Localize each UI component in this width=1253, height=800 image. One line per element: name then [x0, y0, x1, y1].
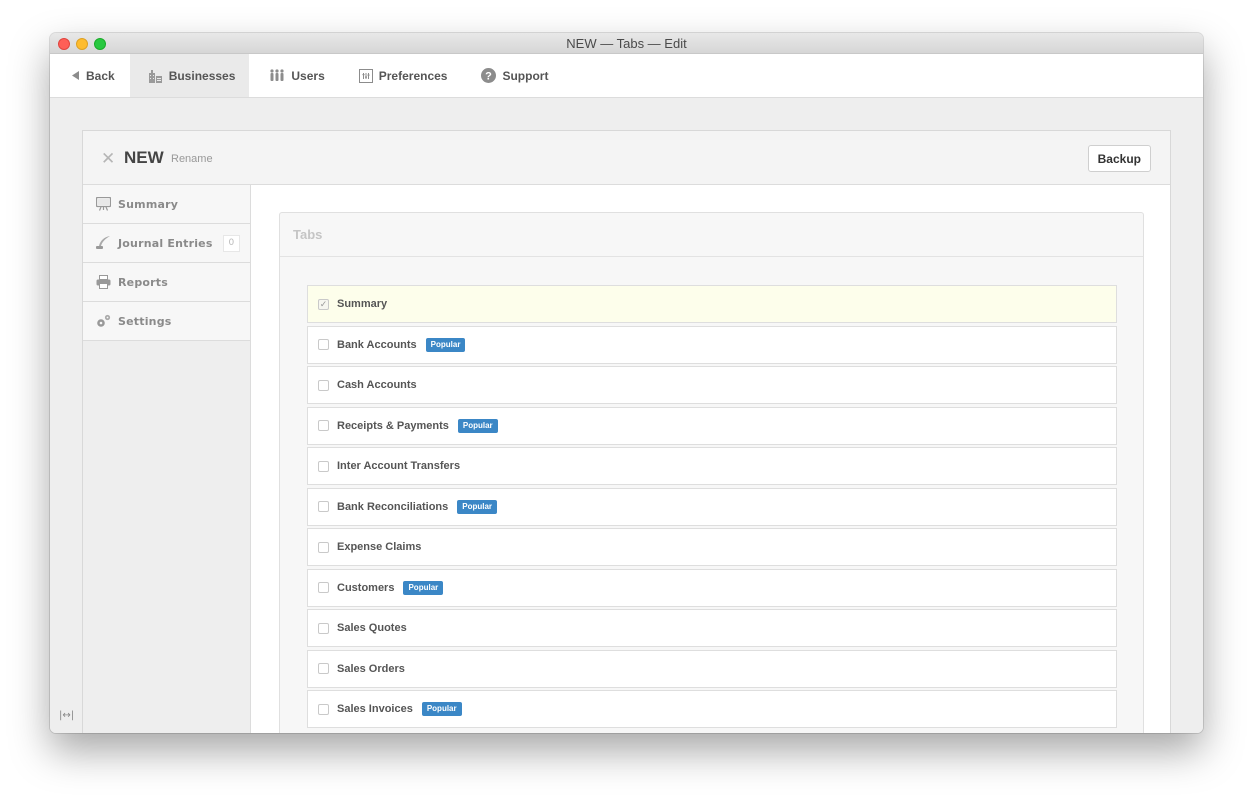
tab-row[interactable]: ✓ Summary [307, 285, 1117, 323]
popular-badge: Popular [425, 337, 466, 352]
popular-badge: Popular [457, 499, 498, 514]
popular-badge: Popular [457, 418, 498, 433]
tab-row[interactable]: Sales Quotes [307, 609, 1117, 647]
tab-label: Inter Account Transfers [337, 460, 461, 472]
back-triangle-icon [72, 71, 80, 80]
nav-support-label: Support [502, 68, 549, 83]
sidebar-item-reports-label: Reports [118, 275, 168, 289]
business-sidebar: Summary Journal Entries 0 Reports Settin… [83, 185, 251, 733]
svg-text:?: ? [486, 71, 493, 83]
tab-checkbox[interactable] [318, 339, 329, 350]
tabs-heading: Tabs [280, 213, 1143, 257]
tab-checkbox[interactable] [318, 582, 329, 593]
nav-back[interactable]: Back [50, 54, 130, 97]
tabs-box: Tabs ✓ Summary Bank Accounts Popular Cash Ac… [279, 212, 1144, 733]
tab-checkbox[interactable] [318, 420, 329, 431]
tab-row[interactable]: Expense Claims [307, 528, 1117, 566]
printer-icon [95, 275, 111, 289]
tab-label: Cash Accounts [337, 379, 417, 391]
business-header: ✕ NEW Rename Backup [83, 131, 1170, 185]
tab-checkbox[interactable] [318, 703, 329, 715]
tab-row[interactable]: Customers Popular [307, 568, 1117, 607]
main-content: Tabs ✓ Summary Bank Accounts Popular Cash Ac… [252, 185, 1170, 733]
buildings-icon [148, 69, 163, 83]
nav-back-label: Back [86, 68, 115, 83]
nav-support[interactable]: ? Support [461, 54, 562, 97]
tab-label: Bank Reconciliations [337, 500, 449, 513]
tab-checkbox[interactable] [318, 622, 329, 634]
rename-link[interactable]: Rename [171, 153, 213, 165]
sidebar-item-reports[interactable]: Reports [83, 263, 250, 302]
tab-checkbox[interactable] [318, 663, 329, 674]
tab-row[interactable]: Cash Accounts [307, 366, 1117, 404]
backup-button[interactable]: Backup [1087, 145, 1151, 172]
sidebar-item-settings-label: Settings [118, 314, 172, 328]
window-title: NEW — Tabs — Edit [566, 36, 687, 51]
title-bar: NEW — Tabs — Edit [50, 33, 1203, 54]
tab-checkbox[interactable] [318, 501, 329, 512]
tab-checkbox[interactable] [318, 379, 329, 391]
sidebar-item-summary[interactable]: Summary [83, 185, 250, 224]
question-circle-icon: ? [481, 68, 497, 83]
top-navigation: Back Businesses Users Preferences ? Supp… [50, 54, 1203, 98]
tab-checkbox[interactable] [318, 541, 329, 553]
tab-label: Sales Orders [337, 662, 405, 675]
nav-businesses[interactable]: Businesses [129, 54, 250, 97]
gears-icon [95, 314, 111, 328]
monitor-icon [95, 197, 111, 211]
users-icon [269, 69, 285, 82]
tab-row[interactable]: Bank Accounts Popular [307, 325, 1117, 364]
close-business-icon[interactable]: ✕ [101, 150, 115, 167]
nav-preferences-label: Preferences [378, 68, 448, 83]
business-panel: ✕ NEW Rename Backup Summary Journal Entr… [82, 130, 1171, 733]
nav-users[interactable]: Users [249, 54, 338, 97]
tab-label: Customers [337, 581, 395, 594]
preferences-icon [358, 68, 373, 83]
quill-icon [95, 236, 111, 250]
sidebar-item-summary-label: Summary [118, 197, 179, 211]
nav-users-label: Users [291, 68, 325, 83]
nav-businesses-label: Businesses [168, 68, 236, 83]
tab-label: Sales Quotes [337, 622, 407, 634]
tab-label: Summary [337, 298, 388, 310]
nav-preferences[interactable]: Preferences [339, 54, 462, 97]
tab-label: Sales Invoices [337, 703, 413, 715]
tab-row[interactable]: Bank Reconciliations Popular [307, 487, 1117, 526]
app-window: NEW — Tabs — Edit Back Businesses Users … [50, 33, 1203, 733]
tab-row[interactable]: Receipts & Payments Popular [307, 406, 1117, 445]
tab-checkbox[interactable] [318, 460, 329, 472]
journal-entries-count-badge: 0 [223, 235, 240, 252]
business-name: NEW [124, 148, 164, 167]
tab-label: Receipts & Payments [337, 419, 449, 432]
sidebar-item-journal-entries-label: Journal Entries [118, 236, 213, 250]
tab-row[interactable]: Sales Orders [307, 649, 1117, 688]
tab-label: Expense Claims [337, 541, 422, 553]
sidebar-item-settings[interactable]: Settings [83, 302, 250, 341]
popular-badge: Popular [421, 702, 462, 716]
tab-row[interactable]: Sales Invoices Popular [307, 690, 1117, 728]
tab-row[interactable]: Inter Account Transfers [307, 447, 1117, 485]
resize-icon[interactable]: |↔| [59, 710, 74, 721]
popular-badge: Popular [403, 580, 444, 595]
tab-list: ✓ Summary Bank Accounts Popular Cash Account… [307, 285, 1117, 731]
tab-checkbox-checked[interactable]: ✓ [318, 298, 329, 310]
tab-label: Bank Accounts [337, 338, 417, 351]
sidebar-item-journal-entries[interactable]: Journal Entries 0 [83, 224, 250, 263]
